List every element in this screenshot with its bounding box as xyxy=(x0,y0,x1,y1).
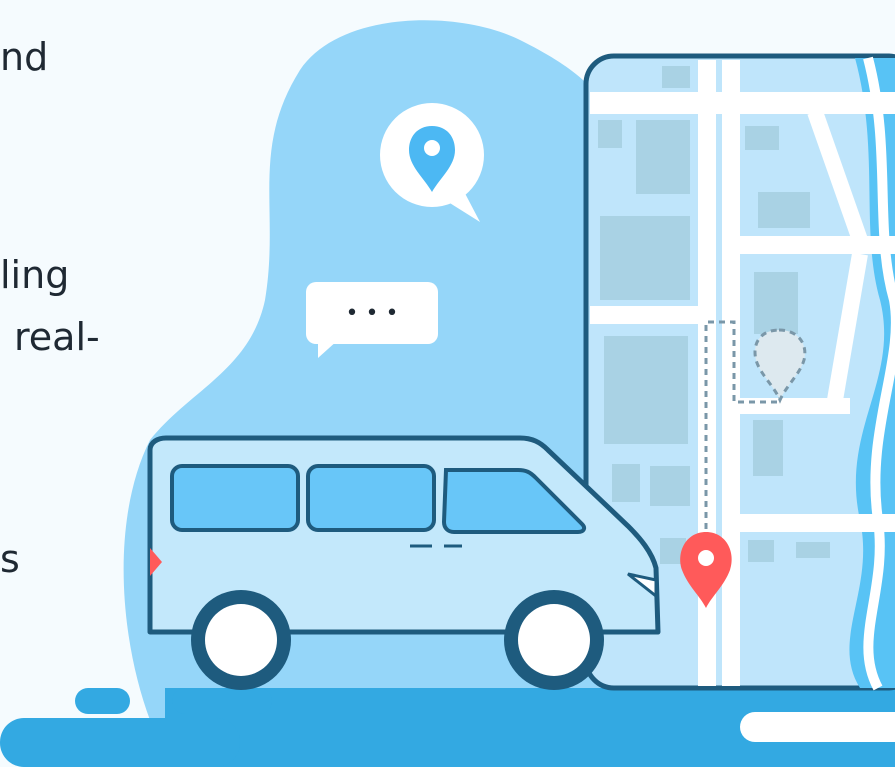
chat-dots: • • • xyxy=(346,301,399,326)
road xyxy=(0,688,895,767)
ride-tracking-illustration: • • • xyxy=(0,20,895,767)
